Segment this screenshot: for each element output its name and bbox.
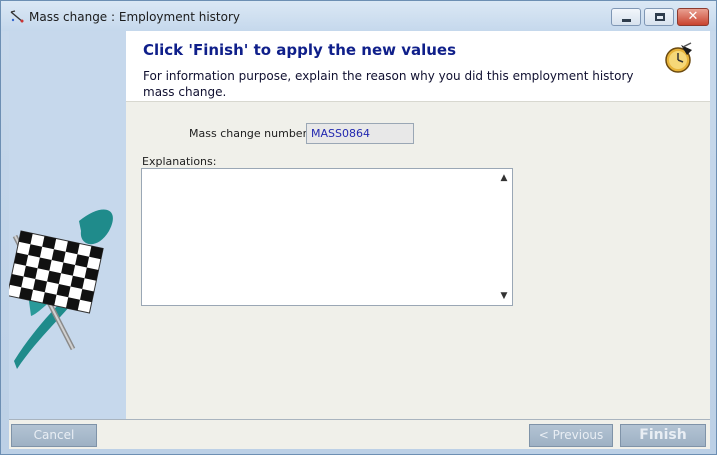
page-description: For information purpose, explain the rea… xyxy=(143,69,634,99)
clock-icon xyxy=(661,41,695,75)
mass-change-number-field: MASS0864 xyxy=(306,123,414,144)
explanations-label: Explanations: xyxy=(142,155,217,168)
maximize-icon xyxy=(655,13,665,21)
window-title: Mass change : Employment history xyxy=(29,10,240,24)
minimize-button[interactable] xyxy=(611,8,641,26)
dialog-window: Mass change : Employment history ✕ Click… xyxy=(0,0,717,455)
previous-button[interactable]: < Previous xyxy=(529,424,613,447)
mass-change-number-label: Mass change number xyxy=(189,127,308,140)
cancel-button[interactable]: Cancel xyxy=(11,424,97,447)
wizard-side-panel xyxy=(6,31,126,419)
scroll-up-icon[interactable]: ▲ xyxy=(498,172,510,184)
app-icon xyxy=(9,9,25,23)
page-title: Click 'Finish' to apply the new values xyxy=(143,41,457,59)
finish-button[interactable]: Finish xyxy=(620,424,706,447)
wizard-footer: Cancel < Previous Finish xyxy=(9,420,710,449)
minimize-icon xyxy=(622,19,631,22)
checkered-flag-icon xyxy=(6,209,113,369)
dialog-body: Click 'Finish' to apply the new values F… xyxy=(6,31,710,449)
close-button[interactable]: ✕ xyxy=(677,8,709,26)
close-icon: ✕ xyxy=(687,9,699,24)
title-bar[interactable]: Mass change : Employment history ✕ xyxy=(1,1,716,31)
explanations-textarea[interactable]: ▲ ▼ xyxy=(141,168,513,306)
scroll-down-icon[interactable]: ▼ xyxy=(498,290,510,302)
wizard-header: Click 'Finish' to apply the new values F… xyxy=(126,31,710,102)
maximize-button[interactable] xyxy=(644,8,674,26)
